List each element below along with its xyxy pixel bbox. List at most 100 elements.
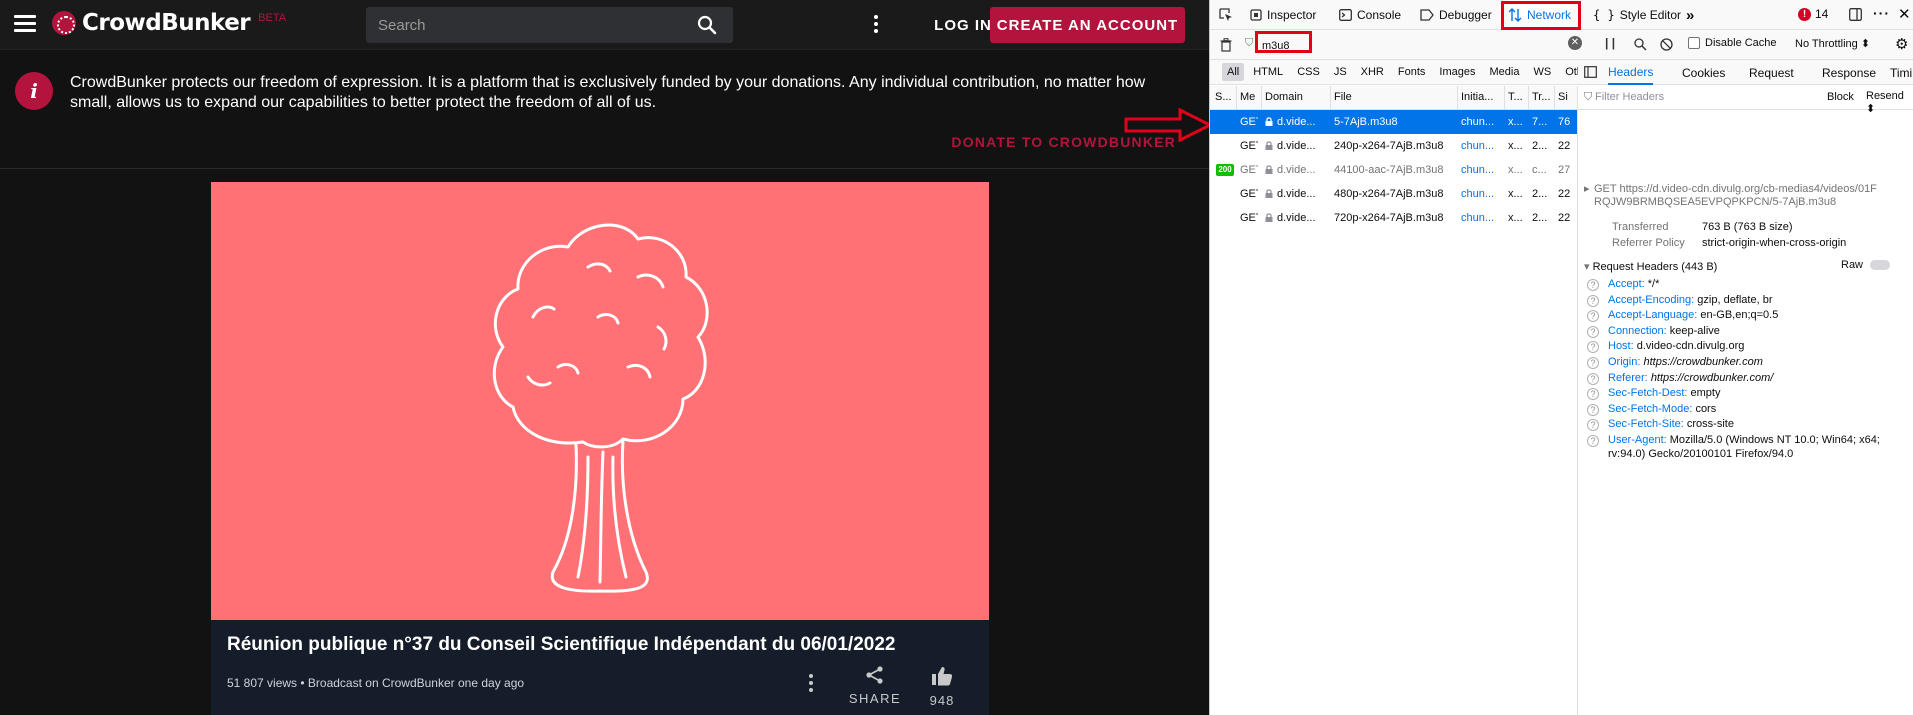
clear-icon[interactable] xyxy=(1220,38,1232,52)
row-transferred: 7... xyxy=(1532,116,1548,128)
menu-icon[interactable] xyxy=(14,15,36,33)
more-tools-icon[interactable]: » xyxy=(1686,0,1694,30)
disable-cache-checkbox[interactable]: Disable Cache xyxy=(1688,37,1777,50)
search-input[interactable] xyxy=(378,7,678,43)
col-status[interactable]: S... xyxy=(1215,91,1235,103)
help-icon[interactable]: ? xyxy=(1587,279,1599,291)
row-initiator[interactable]: chun... xyxy=(1461,212,1501,224)
header-row[interactable]: Referer: https://crowdbunker.com/ xyxy=(1608,372,1773,384)
tab-response[interactable]: Response xyxy=(1822,60,1876,85)
type-filter-html[interactable]: HTML xyxy=(1248,63,1288,81)
table-row[interactable]: GET d.vide... 720p-x264-7AjB.m3u8 chun..… xyxy=(1210,206,1577,230)
pause-icon[interactable]: | | xyxy=(1605,36,1615,50)
clear-filter-icon[interactable]: ✕ xyxy=(1568,36,1582,50)
more-options-icon[interactable] xyxy=(873,15,879,35)
video-more-icon[interactable] xyxy=(808,674,814,692)
type-filter-media[interactable]: Media xyxy=(1484,63,1524,81)
header-row[interactable]: Sec-Fetch-Mode: cors xyxy=(1608,403,1716,415)
toggle-sidebar-icon[interactable] xyxy=(1584,66,1597,78)
row-method: GET xyxy=(1240,164,1258,176)
header-row[interactable]: Origin: https://crowdbunker.com xyxy=(1608,356,1763,368)
col-method[interactable]: Me xyxy=(1240,91,1258,103)
dock-icon[interactable] xyxy=(1849,8,1862,21)
like-button[interactable]: 948 xyxy=(917,666,967,708)
help-icon[interactable]: ? xyxy=(1587,435,1599,447)
tab-request[interactable]: Request xyxy=(1749,60,1794,85)
help-icon[interactable]: ? xyxy=(1587,372,1599,385)
options-menu-icon[interactable]: ··· xyxy=(1873,5,1890,21)
type-filter-all[interactable]: All xyxy=(1222,63,1245,81)
header-row[interactable]: Host: d.video-cdn.divulg.org xyxy=(1608,340,1744,352)
help-icon[interactable]: ? xyxy=(1587,325,1599,338)
help-icon[interactable]: ? xyxy=(1587,388,1599,401)
help-icon[interactable]: ? xyxy=(1587,341,1599,354)
header-row[interactable]: Accept-Language: en-GB,en;q=0.5 xyxy=(1608,309,1778,321)
table-row[interactable]: 200 GET d.vide... 44100-aac-7AjB.m3u8 ch… xyxy=(1210,158,1577,182)
type-filter-js[interactable]: JS xyxy=(1329,63,1352,81)
tab-timings[interactable]: Timi xyxy=(1890,60,1912,85)
row-initiator[interactable]: chun... xyxy=(1461,188,1501,200)
block-icon[interactable] xyxy=(1660,38,1673,51)
table-row[interactable]: GET d.vide... 480p-x264-7AjB.m3u8 chun..… xyxy=(1210,182,1577,206)
row-initiator[interactable]: chun... xyxy=(1461,116,1501,128)
filter-urls-input[interactable] xyxy=(1262,37,1762,54)
header-row[interactable]: Accept-Encoding: gzip, deflate, br xyxy=(1608,294,1773,306)
type-filter-xhr[interactable]: XHR xyxy=(1356,63,1389,81)
row-initiator[interactable]: chun... xyxy=(1461,140,1501,152)
header-row[interactable]: Accept: */* xyxy=(1608,278,1659,290)
video-player[interactable] xyxy=(211,182,989,620)
header-row[interactable]: User-Agent: Mozilla/5.0 (Windows NT 10.0… xyxy=(1608,434,1880,446)
search-icon[interactable] xyxy=(697,15,717,35)
col-transferred[interactable]: Tr... xyxy=(1532,91,1552,103)
header-row[interactable]: Sec-Fetch-Dest: empty xyxy=(1608,387,1721,399)
error-count-badge[interactable]: ! 14 xyxy=(1798,7,1828,21)
tab-style-editor[interactable]: { } Style Editor xyxy=(1593,0,1681,30)
create-account-button[interactable]: CREATE AN ACCOUNT xyxy=(990,7,1185,43)
tab-debugger[interactable]: Debugger xyxy=(1420,0,1492,30)
network-toolbar: ⛉ ✕ | | Disable Cache No Throttling ⬍ ⚙ xyxy=(1210,30,1913,60)
resend-button[interactable]: Resend ⬍ xyxy=(1866,90,1913,115)
header-name: Host: xyxy=(1608,340,1634,353)
notice-text: CrowdBunker protects our freedom of expr… xyxy=(70,74,1146,111)
expand-arrow-icon[interactable]: ▸ xyxy=(1584,182,1590,195)
row-initiator[interactable]: chun... xyxy=(1461,164,1501,176)
table-row[interactable]: GET d.vide... 5-7AjB.m3u8 chun... x... 7… xyxy=(1210,110,1577,134)
help-icon[interactable]: ? xyxy=(1587,294,1599,307)
logo[interactable]: CrowdBunker BETA xyxy=(52,10,286,36)
search-requests-icon[interactable] xyxy=(1634,38,1647,51)
header-value: cross-site xyxy=(1686,418,1734,431)
row-method: GET xyxy=(1240,116,1258,128)
col-size[interactable]: Si xyxy=(1558,91,1576,103)
help-icon[interactable]: ? xyxy=(1587,403,1599,416)
throttling-select[interactable]: No Throttling ⬍ xyxy=(1795,37,1870,50)
filter-headers-input[interactable]: Filter Headers xyxy=(1595,91,1664,103)
request-headers-toggle[interactable]: ▾ Request Headers (443 B) xyxy=(1584,260,1717,273)
type-filter-fonts[interactable]: Fonts xyxy=(1393,63,1431,81)
type-filter-images[interactable]: Images xyxy=(1434,63,1480,81)
row-file: 480p-x264-7AjB.m3u8 xyxy=(1334,188,1444,200)
tab-cookies[interactable]: Cookies xyxy=(1682,60,1725,85)
type-filter-ws[interactable]: WS xyxy=(1528,63,1556,81)
header-row[interactable]: Sec-Fetch-Site: cross-site xyxy=(1608,418,1734,430)
type-filter-css[interactable]: CSS xyxy=(1292,63,1325,81)
table-row[interactable]: GET d.vide... 240p-x264-7AjB.m3u8 chun..… xyxy=(1210,134,1577,158)
raw-toggle[interactable]: Raw xyxy=(1841,259,1891,271)
tab-console[interactable]: Console xyxy=(1339,0,1401,30)
tab-inspector[interactable]: Inspector xyxy=(1250,0,1316,30)
request-url-line1[interactable]: GET https://d.video-cdn.divulg.org/cb-me… xyxy=(1594,183,1877,195)
col-domain[interactable]: Domain xyxy=(1265,91,1325,103)
close-devtools-icon[interactable]: ✕ xyxy=(1898,5,1911,23)
col-type[interactable]: T... xyxy=(1508,91,1526,103)
block-button[interactable]: Block xyxy=(1827,91,1854,103)
help-icon[interactable]: ? xyxy=(1587,357,1599,369)
help-icon[interactable]: ? xyxy=(1587,419,1599,432)
header-row[interactable]: Connection: keep-alive xyxy=(1608,325,1720,337)
col-initiator[interactable]: Initia... xyxy=(1461,91,1501,103)
share-label: SHARE xyxy=(848,691,902,706)
col-file[interactable]: File xyxy=(1334,91,1434,103)
help-icon[interactable]: ? xyxy=(1587,310,1599,323)
settings-gear-icon[interactable]: ⚙ xyxy=(1895,35,1908,53)
tab-headers[interactable]: Headers xyxy=(1608,60,1654,85)
element-picker-icon[interactable] xyxy=(1219,8,1233,22)
share-button[interactable]: SHARE xyxy=(847,666,903,706)
